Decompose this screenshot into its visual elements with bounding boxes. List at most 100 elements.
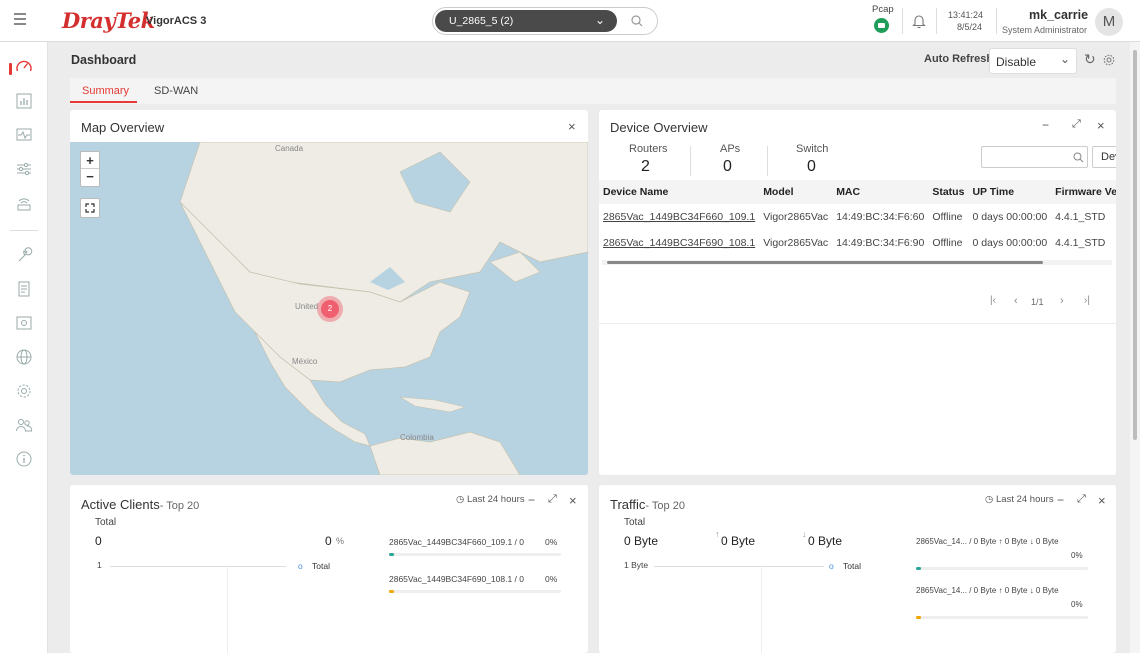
zoom-control: + − (80, 151, 100, 187)
next-page-icon[interactable]: › (1060, 295, 1064, 307)
device-selector[interactable]: U_2865_5 (2) ⌄ (435, 10, 617, 32)
gear-icon[interactable] (1103, 54, 1115, 66)
client-item-label: 2865Vac_1449BC34F690_108.1 / 0 (389, 574, 525, 584)
zoom-in-button[interactable]: + (81, 152, 99, 169)
device-cluster-marker[interactable]: 2 (317, 296, 343, 322)
device-firmware: 4.4.1_STD (1055, 211, 1106, 223)
client-item-bar (389, 590, 561, 593)
divider (936, 8, 937, 34)
map-label-mexico: México (292, 357, 318, 366)
table-header-row: Device Name Model MAC Status UP Time Fir… (599, 180, 1116, 204)
bell-icon[interactable] (912, 13, 926, 29)
map-label-us: United (295, 302, 319, 311)
pagination: |‹ ‹ 1/1 › ›| (986, 292, 1104, 314)
last-page-icon[interactable]: ›| (1084, 295, 1090, 306)
traffic-item-pct: 0% (1071, 600, 1083, 609)
traffic-title-text: Traffic (610, 497, 646, 512)
draytek-logo: DrayTek (62, 8, 155, 33)
minimize-icon[interactable]: − (1057, 493, 1064, 507)
aps-count[interactable]: 0 (723, 158, 732, 176)
device-mac: 14:49:BC:34:F6:90 (836, 237, 925, 249)
close-icon[interactable]: × (569, 493, 577, 508)
device-name-link[interactable]: 2865Vac_1449BC34F660_109.1 (599, 204, 759, 230)
col-mac[interactable]: MAC (832, 180, 929, 204)
gear-icon[interactable] (0, 382, 48, 403)
router-wifi-icon[interactable] (0, 194, 48, 215)
document-icon[interactable] (0, 280, 48, 301)
refresh-icon[interactable]: ↻ (1084, 51, 1096, 68)
close-icon[interactable]: × (1098, 493, 1106, 508)
switch-count[interactable]: 0 (807, 158, 816, 176)
col-model[interactable]: Model (759, 180, 833, 204)
device-search-input[interactable] (981, 146, 1088, 168)
dashboard-gauge-icon[interactable] (0, 58, 48, 79)
table-row[interactable]: 2865Vac_1449BC34F690_108.1 Vigor2865Vac … (599, 230, 1116, 256)
clock-icon: ◷ (985, 494, 994, 505)
globe-icon[interactable] (0, 348, 48, 369)
expand-icon[interactable]: ⤢ (1077, 493, 1086, 506)
zoom-out-button[interactable]: − (81, 169, 99, 186)
sliders-icon[interactable] (0, 160, 48, 181)
scrollbar-thumb[interactable] (1133, 50, 1137, 440)
wrench-icon[interactable] (0, 246, 48, 267)
device-mac: 14:49:BC:34:F6:60 (836, 211, 925, 223)
traffic-item-label: 2865Vac_14... / 0 Byte ↑ 0 Byte ↓ 0 Byte (916, 586, 1059, 595)
device-name-link[interactable]: 2865Vac_1449BC34F690_108.1 (599, 230, 759, 256)
legend-total[interactable]: Total (843, 561, 861, 571)
time-range-label[interactable]: Last 24 hours (467, 494, 525, 505)
expand-icon[interactable]: ⤢ (548, 493, 557, 506)
certificate-icon[interactable] (0, 314, 48, 335)
active-clients-subtitle: - Top 20 (159, 500, 200, 512)
time-range-label[interactable]: Last 24 hours (996, 494, 1054, 505)
total-label: Total (624, 517, 646, 528)
traffic-item-bar (916, 567, 1088, 570)
prev-page-icon[interactable]: ‹ (1014, 295, 1018, 307)
device-model: Vigor2865Vac (763, 211, 829, 223)
table-horizontal-scrollbar[interactable] (602, 260, 1112, 265)
col-firmware[interactable]: Firmware Version (1051, 180, 1116, 204)
menu-icon[interactable] (14, 13, 26, 25)
tab-sdwan[interactable]: SD-WAN (154, 85, 198, 97)
expand-icon[interactable]: ⤢ (1072, 118, 1081, 131)
user-name: mk_carrie (1029, 8, 1089, 22)
scrollbar-thumb[interactable] (607, 261, 1043, 264)
minimize-icon[interactable]: − (1042, 118, 1049, 132)
close-icon[interactable]: × (568, 119, 576, 134)
map-canvas[interactable]: Canada United México Colombia 2 + − (70, 142, 588, 475)
bar-chart-icon[interactable] (0, 92, 48, 113)
active-clients-title-text: Active Clients (81, 497, 160, 512)
avatar[interactable]: M (1095, 8, 1123, 36)
auto-refresh-value: Disable (996, 55, 1037, 69)
status-badge: Offline (932, 211, 963, 223)
info-icon[interactable] (0, 450, 48, 471)
users-icon[interactable] (0, 416, 48, 437)
col-device-name[interactable]: Device Name (599, 180, 760, 204)
close-icon[interactable]: × (1097, 118, 1105, 133)
col-uptime[interactable]: UP Time (968, 180, 1052, 204)
sidebar (0, 42, 48, 653)
page-indicator: 1/1 (1031, 297, 1044, 307)
device-selector-box: U_2865_5 (2) ⌄ (432, 7, 658, 35)
traffic-item-pct: 0% (1071, 551, 1083, 560)
search-icon[interactable] (1073, 152, 1084, 163)
table-row[interactable]: 2865Vac_1449BC34F660_109.1 Vigor2865Vac … (599, 204, 1116, 230)
minimize-icon[interactable]: − (528, 493, 535, 507)
tab-summary[interactable]: Summary (82, 85, 129, 97)
product-name: VigorACS 3 (146, 15, 207, 27)
pcap-label: Pcap (872, 4, 894, 15)
legend-total[interactable]: Total (312, 561, 330, 571)
chart-axis-top: 1 (97, 560, 102, 570)
cluster-count: 2 (321, 300, 339, 318)
routers-count[interactable]: 2 (641, 158, 650, 176)
page-scrollbar[interactable] (1130, 42, 1140, 653)
pcap-record-button[interactable] (874, 18, 889, 33)
search-icon[interactable] (631, 15, 643, 27)
device-type-select[interactable]: Device (1092, 146, 1116, 168)
auto-refresh-select[interactable]: Disable ⌄ (989, 48, 1077, 74)
col-status[interactable]: Status (928, 180, 969, 204)
monitor-pulse-icon[interactable] (0, 126, 48, 147)
chart-gridline (761, 566, 762, 653)
total-label: Total (95, 517, 117, 528)
first-page-icon[interactable]: |‹ (990, 295, 996, 306)
fullscreen-button[interactable] (80, 198, 100, 218)
